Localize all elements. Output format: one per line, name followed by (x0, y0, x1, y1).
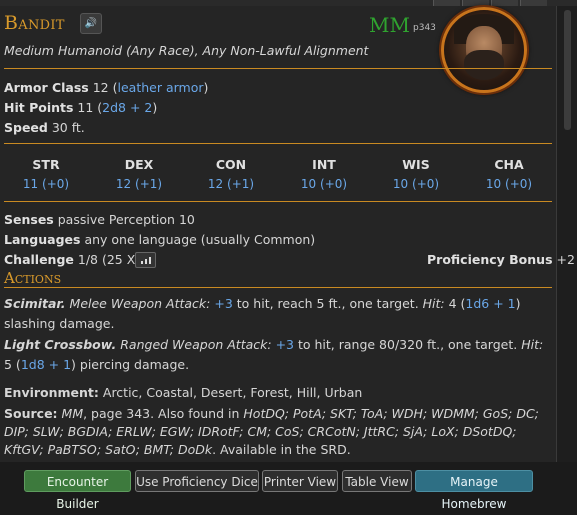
hit-value: 5 ( (4, 357, 21, 372)
proficiency-row: Proficiency Bonus +2 (427, 252, 575, 267)
table-view-button[interactable]: Table View (342, 470, 412, 492)
speed-value: 30 ft. (51, 120, 85, 135)
portrait-beard (464, 50, 504, 80)
armor-class-label: Armor Class (4, 80, 89, 95)
ability-roller[interactable]: 10 (+0) (294, 177, 354, 191)
ability-roller[interactable]: 10 (+0) (479, 177, 539, 191)
ability-roller[interactable]: 10 (+0) (386, 177, 446, 191)
srd-note: . Available in the SRD. (212, 442, 351, 457)
scrollbar-thumb[interactable] (564, 10, 571, 130)
source-book[interactable]: MM (62, 406, 84, 421)
printer-view-button[interactable]: Printer View (262, 470, 338, 492)
divider (4, 143, 552, 144)
ability-roller[interactable]: 12 (+1) (109, 177, 169, 191)
ability-name: WIS (402, 157, 430, 172)
ability-roller[interactable]: 11 (+0) (16, 177, 76, 191)
pronounce-sound-button[interactable]: 🔊 (80, 13, 102, 34)
action-scimitar: Scimitar. Melee Weapon Attack: +3 to hit… (4, 294, 544, 334)
hit-value: 4 ( (444, 296, 466, 311)
proficiency-value: +2 (556, 252, 575, 267)
hit-points-roller[interactable]: 2d8 + 2 (102, 100, 152, 115)
ability-name: INT (312, 157, 336, 172)
divider (4, 68, 552, 69)
monster-type-alignment: Medium Humanoid (Any Race), Any Non-Lawf… (4, 43, 369, 58)
ability-name: CON (215, 157, 247, 172)
attack-type: Ranged Weapon Attack: (120, 337, 272, 352)
speed-label: Speed (4, 120, 48, 135)
languages-row: Languages any one language (usually Comm… (4, 232, 315, 247)
ability-name: CHA (494, 157, 524, 172)
ability-name: DEX (124, 157, 154, 172)
damage-text: ) piercing damage. (71, 357, 190, 372)
attack-type: Melee Weapon Attack: (69, 296, 211, 311)
hit-points-label: Hit Points (4, 100, 74, 115)
languages-label: Languages (4, 232, 81, 247)
actions-heading: Actions (4, 269, 62, 287)
ability-name: STR (32, 157, 60, 172)
environment-value: Arctic, Coastal, Desert, Forest, Hill, U… (102, 385, 363, 400)
proficiency-label: Proficiency Bonus (427, 252, 553, 267)
source-label: Source: (4, 406, 58, 421)
hit-label: Hit: (422, 296, 445, 311)
source-page: p343 (413, 23, 436, 33)
attack-text: to hit, reach 5 ft., one target. (232, 296, 423, 311)
armor-class-row: Armor Class 12 (leather armor) (4, 80, 209, 95)
ability-roller[interactable]: 12 (+1) (201, 177, 261, 191)
divider (4, 287, 552, 288)
hit-points-row: Hit Points 11 (2d8 + 2) (4, 100, 158, 115)
divider (4, 201, 552, 202)
damage-roller[interactable]: 1d8 + 1 (21, 357, 71, 372)
armor-class-value: 12 (92, 80, 109, 95)
senses-row: Senses passive Perception 10 (4, 212, 195, 227)
senses-label: Senses (4, 212, 54, 227)
bar-chart-icon[interactable] (135, 252, 156, 268)
source-page-text: , page 343. Also found in (83, 406, 244, 421)
use-proficiency-dice-button[interactable]: Use Proficiency Dice (135, 470, 259, 492)
speaker-icon: 🔊 (84, 18, 98, 29)
attack-bonus-roller[interactable]: +3 (214, 296, 232, 311)
monster-portrait[interactable] (441, 7, 527, 93)
challenge-row: Challenge 1/8 (25 XP) (4, 252, 148, 267)
action-name: Scimitar. (4, 296, 66, 311)
action-name: Light Crossbow. (4, 337, 117, 352)
attack-text: to hit, range 80/320 ft., one target. (294, 337, 522, 352)
speed-row: Speed 30 ft. (4, 120, 85, 135)
challenge-label: Challenge (4, 252, 74, 267)
manage-homebrew-button[interactable]: Manage Homebrew (415, 470, 533, 511)
hit-points-value: 11 (77, 100, 94, 115)
source-row: Source: MM, page 343. Also found in HotD… (4, 405, 552, 459)
monster-name: Bandit (4, 12, 65, 34)
action-light-crossbow: Light Crossbow. Ranged Weapon Attack: +3… (4, 335, 544, 375)
languages-value: any one language (usually Common) (84, 232, 316, 247)
hit-label: Hit: (521, 337, 544, 352)
senses-value: passive Perception 10 (57, 212, 195, 227)
armor-link[interactable]: leather armor (118, 80, 204, 95)
environment-label: Environment: (4, 385, 99, 400)
damage-roller[interactable]: 1d6 + 1 (465, 296, 515, 311)
attack-bonus-roller[interactable]: +3 (276, 337, 294, 352)
source-abbr[interactable]: MM (369, 13, 410, 37)
environment-row: Environment: Arctic, Coastal, Desert, Fo… (4, 385, 362, 400)
encounter-builder-button[interactable]: Encounter Builder (24, 470, 131, 511)
